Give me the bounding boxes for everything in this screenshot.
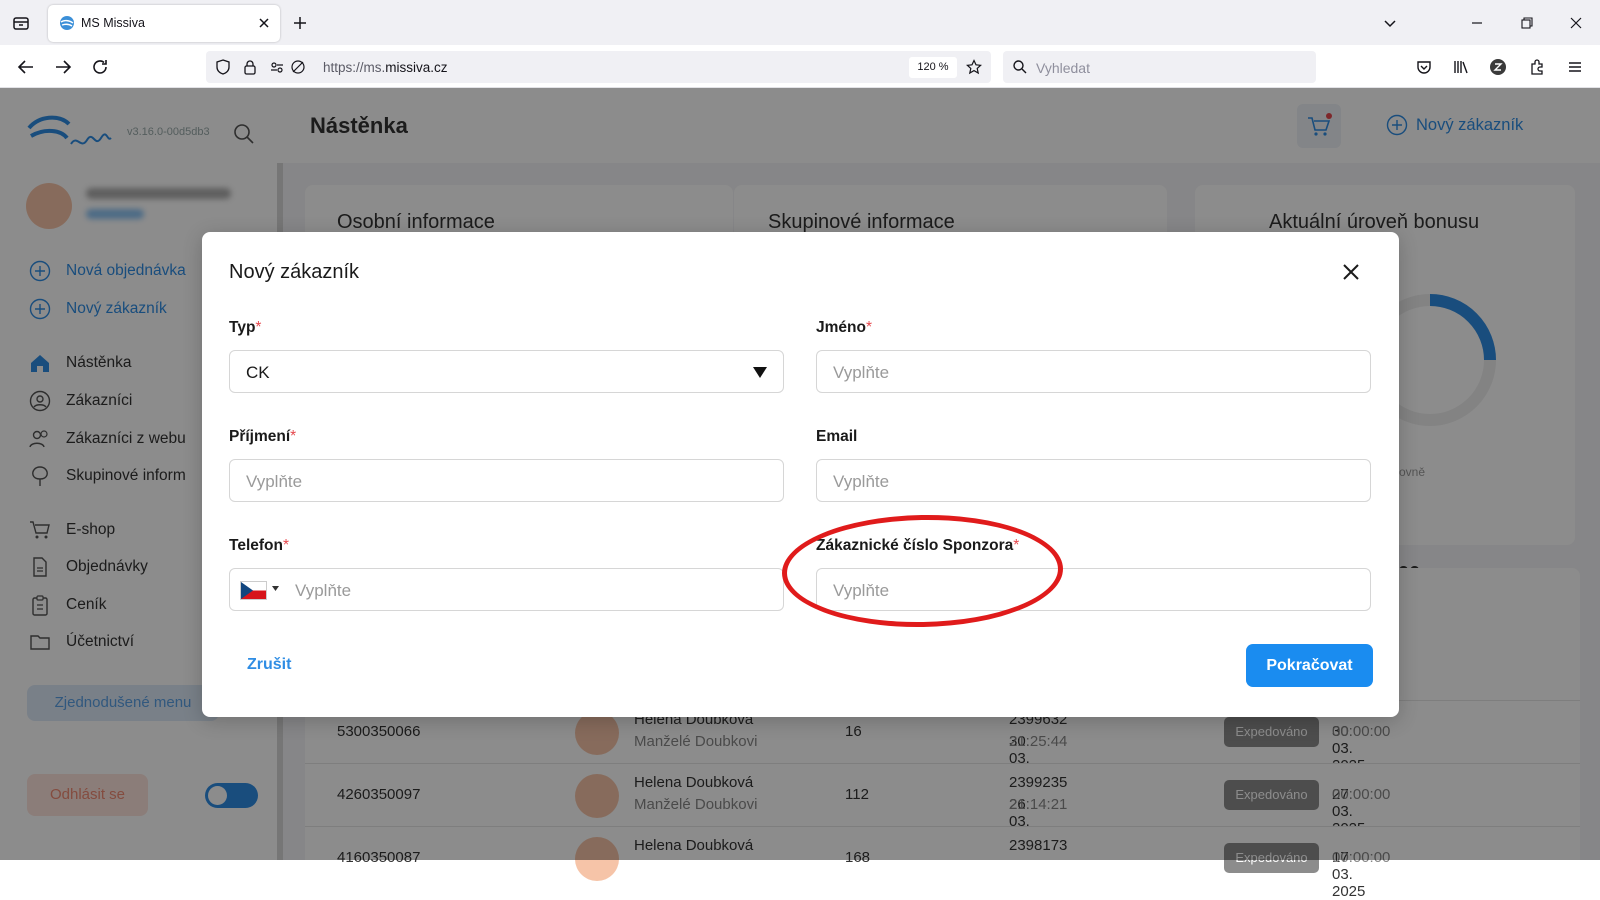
library-icon[interactable] (1450, 56, 1472, 78)
last-name-label-text: Příjmení (229, 428, 291, 445)
type-select[interactable]: CK (229, 350, 784, 393)
account-icon[interactable] (1487, 56, 1509, 78)
caret-down-icon (753, 367, 767, 378)
new-customer-modal: Nový zákazník Typ* CK Jméno* Vyplňte Pří… (202, 232, 1399, 717)
minimize-icon[interactable] (1467, 13, 1487, 33)
restore-icon[interactable] (1517, 13, 1537, 33)
tab-overflow-chevron-icon[interactable] (1380, 13, 1400, 33)
browser-tab-bar: MS Missiva (0, 0, 1600, 45)
required-mark: * (865, 319, 873, 336)
type-label: Typ* (229, 319, 261, 337)
required-mark: * (255, 319, 262, 336)
search-bar[interactable]: Vyhledat (1003, 51, 1316, 83)
shield-icon[interactable] (214, 58, 232, 76)
first-name-label-text: Jméno (816, 319, 866, 336)
phone-label: Telefon* (229, 537, 289, 555)
missiva-favicon-icon (59, 15, 75, 31)
type-select-value: CK (246, 363, 270, 382)
search-placeholder: Vyhledat (1036, 60, 1090, 76)
modal-title: Nový zákazník (229, 261, 360, 283)
email-field[interactable]: Vyplňte (816, 459, 1371, 502)
pocket-icon[interactable] (1413, 56, 1435, 78)
close-icon[interactable] (1339, 260, 1363, 284)
tab-title: MS Missiva (81, 16, 145, 30)
first-name-placeholder: Vyplňte (833, 363, 890, 382)
last-name-label: Příjmení* (229, 428, 296, 446)
country-caret-icon[interactable] (272, 586, 279, 591)
tab-list-icon[interactable] (10, 12, 32, 34)
extensions-icon[interactable] (1526, 56, 1548, 78)
browser-tab[interactable]: MS Missiva (48, 5, 280, 42)
required-mark: * (290, 428, 297, 445)
hamburger-menu-icon[interactable] (1564, 56, 1586, 78)
url-domain: missiva.cz (385, 60, 448, 75)
type-label-text: Typ (229, 319, 256, 336)
window-close-icon[interactable] (1566, 13, 1586, 33)
tab-close-icon[interactable] (256, 15, 272, 31)
continue-button[interactable]: Pokračovat (1246, 644, 1373, 687)
address-bar[interactable]: https://ms.missiva.cz 120 % (206, 51, 991, 83)
search-icon (1011, 58, 1029, 76)
cancel-button[interactable]: Zrušit (247, 656, 291, 674)
first-name-label: Jméno* (816, 319, 872, 337)
phone-placeholder: Vyplňte (295, 581, 352, 600)
last-name-field[interactable]: Vyplňte (229, 459, 784, 502)
url-text[interactable]: https://ms.missiva.cz (323, 60, 448, 75)
zoom-indicator[interactable]: 120 % (909, 57, 957, 78)
czech-flag-icon[interactable] (240, 581, 267, 600)
reload-icon[interactable] (89, 56, 111, 78)
phone-field[interactable]: Vyplňte (229, 568, 784, 611)
back-arrow-icon[interactable] (15, 56, 37, 78)
browser-nav-bar: https://ms.missiva.cz 120 % Vyhledat (0, 45, 1600, 88)
email-label: Email (816, 428, 858, 445)
tracking-blocked-icon[interactable] (289, 58, 307, 76)
lock-icon[interactable] (241, 58, 259, 76)
bookmark-star-icon[interactable] (965, 58, 983, 76)
forward-arrow-icon[interactable] (52, 56, 74, 78)
new-tab-icon[interactable] (290, 13, 310, 33)
email-placeholder: Vyplňte (833, 472, 890, 491)
required-mark: * (282, 537, 290, 554)
phone-label-text: Telefon (229, 537, 283, 554)
permissions-icon[interactable] (268, 58, 286, 76)
url-prefix: https://ms. (323, 60, 386, 75)
last-name-placeholder: Vyplňte (246, 472, 303, 491)
first-name-field[interactable]: Vyplňte (816, 350, 1371, 393)
